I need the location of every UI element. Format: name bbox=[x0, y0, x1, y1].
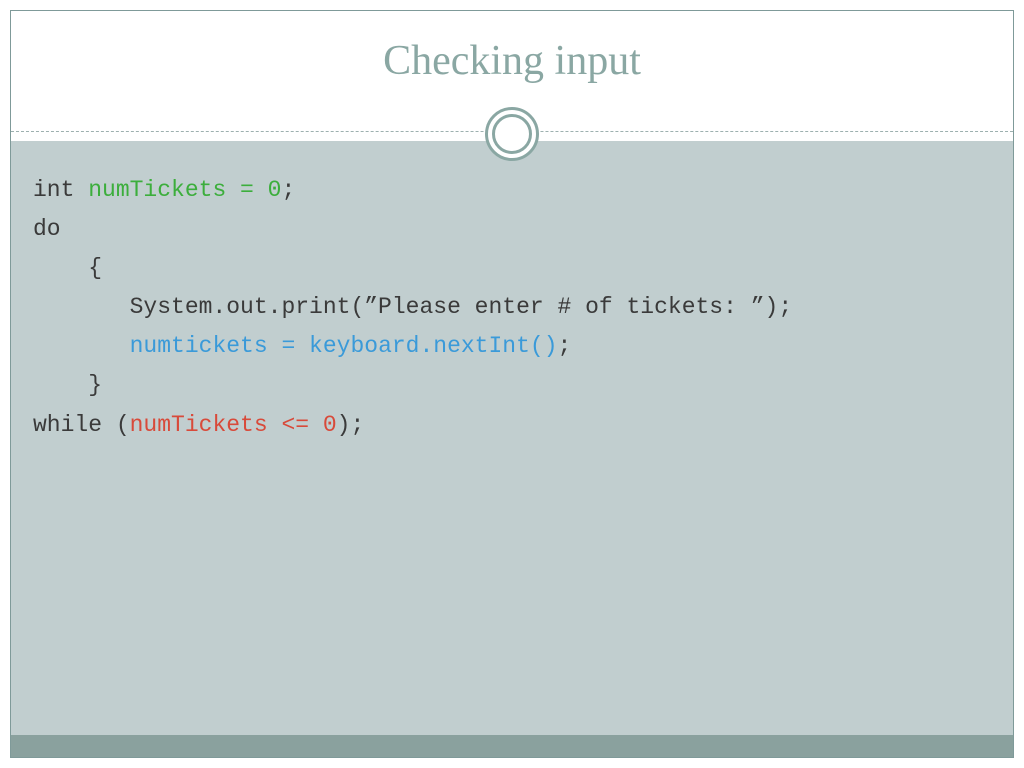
code-block: int numTickets = 0; do { System.out.prin… bbox=[33, 171, 991, 445]
code-line-brace-open: { bbox=[33, 255, 102, 281]
slide-footer-bar bbox=[11, 735, 1013, 757]
slide-body: int numTickets = 0; do { System.out.prin… bbox=[11, 141, 1013, 757]
code-line-brace-close: } bbox=[33, 372, 102, 398]
code-l1-tail: ; bbox=[281, 177, 295, 203]
code-line-print: System.out.print(”Please enter # of tick… bbox=[33, 294, 792, 320]
code-l7-lead: while ( bbox=[33, 412, 130, 438]
code-line-do: do bbox=[33, 216, 61, 242]
code-line-input: numtickets = keyboard.nextInt() bbox=[130, 333, 558, 359]
code-var-decl: numTickets = 0 bbox=[88, 177, 281, 203]
code-l5-tail: ; bbox=[558, 333, 572, 359]
code-line-condition: numTickets <= 0 bbox=[130, 412, 337, 438]
code-l7-tail: ); bbox=[337, 412, 365, 438]
code-l5-lead bbox=[33, 333, 130, 359]
decorative-medallion-icon bbox=[485, 107, 539, 161]
code-kw-int: int bbox=[33, 177, 88, 203]
slide-title: Checking input bbox=[11, 11, 1013, 85]
slide: Checking input int numTickets = 0; do { … bbox=[10, 10, 1014, 758]
